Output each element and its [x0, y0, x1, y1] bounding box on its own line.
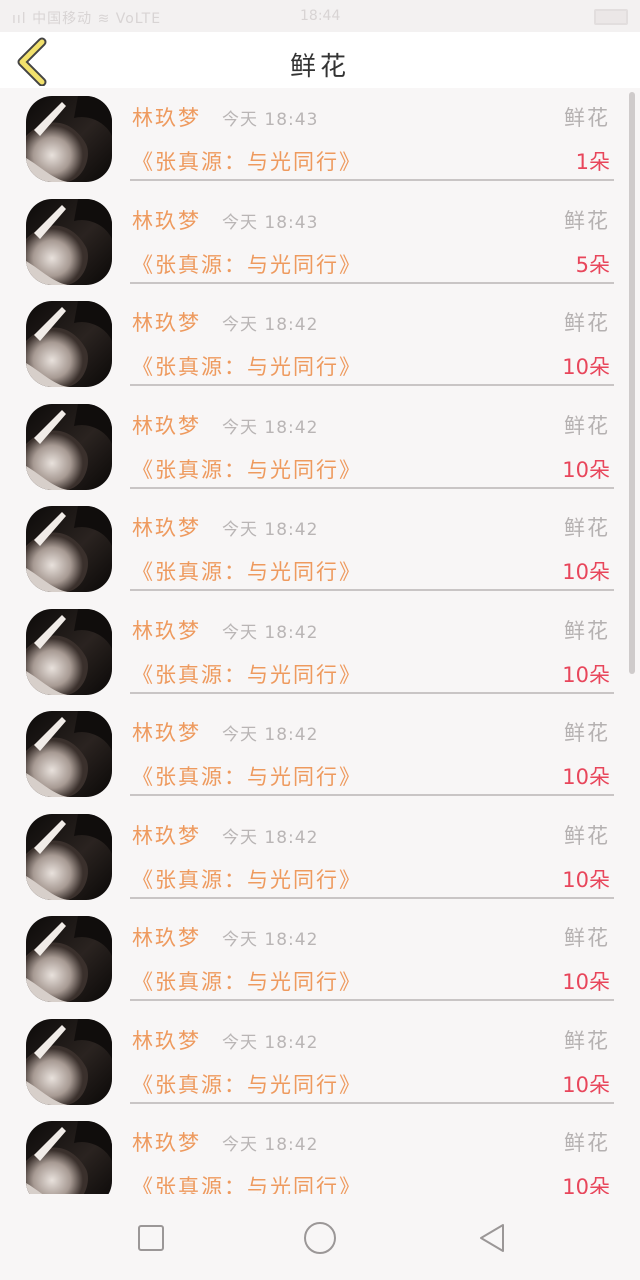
- work-title[interactable]: 《张真源：与光同行》: [132, 761, 362, 791]
- scrollbar[interactable]: [629, 92, 635, 674]
- divider: [130, 384, 614, 386]
- list-item[interactable]: 林玖梦 今天 18:42 鲜花 《张真源：与光同行》 10朵: [0, 908, 640, 1011]
- divider: [130, 179, 614, 181]
- flower-count: 1朵: [575, 150, 610, 174]
- list-item[interactable]: 林玖梦 今天 18:43 鲜花 《张真源：与光同行》 1朵: [0, 88, 640, 191]
- flower-record-list[interactable]: 林玖梦 今天 18:43 鲜花 《张真源：与光同行》 1朵 林玖梦 今天 18:…: [0, 88, 640, 1194]
- gift-type: 鲜花: [564, 926, 610, 950]
- avatar[interactable]: [26, 301, 112, 387]
- send-time: 今天 18:42: [222, 1032, 319, 1053]
- battery-icon: [594, 9, 628, 25]
- sender-name[interactable]: 林玖梦: [132, 307, 201, 337]
- sender-name[interactable]: 林玖梦: [132, 615, 201, 645]
- send-time: 今天 18:42: [222, 622, 319, 643]
- gift-type: 鲜花: [564, 1028, 610, 1053]
- send-time: 今天 18:42: [222, 827, 319, 848]
- divider: [130, 1101, 614, 1104]
- avatar[interactable]: [26, 506, 112, 592]
- divider: [130, 999, 614, 1001]
- work-title[interactable]: 《张真源：与光同行》: [132, 864, 362, 894]
- avatar[interactable]: [26, 711, 112, 797]
- send-time: 今天 18:43: [222, 212, 319, 233]
- send-time: 今天 18:42: [222, 315, 319, 335]
- circle-icon[interactable]: [300, 1218, 340, 1258]
- work-title[interactable]: 《张真源：与光同行》: [132, 454, 362, 484]
- work-title[interactable]: 《张真源：与光同行》: [132, 146, 362, 176]
- divider: [130, 281, 614, 284]
- carrier-signal-text: ııl 中国移动 ≋ VoLTE: [12, 11, 162, 27]
- status-time: 18:44: [300, 8, 341, 24]
- gift-type: 鲜花: [564, 106, 610, 130]
- work-title[interactable]: 《张真源：与光同行》: [132, 966, 362, 996]
- avatar[interactable]: [26, 1018, 112, 1105]
- list-item[interactable]: 林玖梦 今天 18:42 鲜花 《张真源：与光同行》 10朵: [0, 1113, 640, 1194]
- list-item[interactable]: 林玖梦 今天 18:42 鲜花 《张真源：与光同行》 10朵: [0, 396, 640, 499]
- work-title[interactable]: 《张真源：与光同行》: [132, 249, 362, 279]
- list-item[interactable]: 林玖梦 今天 18:42 鲜花 《张真源：与光同行》 10朵: [0, 1011, 640, 1114]
- divider: [130, 794, 614, 796]
- sender-name[interactable]: 林玖梦: [132, 410, 201, 440]
- send-time: 今天 18:42: [222, 930, 319, 950]
- flower-count: 10朵: [562, 1175, 610, 1194]
- list-item[interactable]: 林玖梦 今天 18:42 鲜花 《张真源：与光同行》 10朵: [0, 293, 640, 396]
- status-bar: ııl 中国移动 ≋ VoLTE 18:44: [0, 0, 640, 32]
- send-time: 今天 18:42: [222, 725, 319, 745]
- work-title[interactable]: 《张真源：与光同行》: [132, 659, 362, 689]
- avatar[interactable]: [26, 916, 112, 1002]
- list-item[interactable]: 林玖梦 今天 18:42 鲜花 《张真源：与光同行》 10朵: [0, 703, 640, 806]
- flower-count: 10朵: [562, 970, 610, 994]
- square-icon[interactable]: [131, 1218, 171, 1258]
- gift-type: 鲜花: [564, 311, 610, 335]
- work-title[interactable]: 《张真源：与光同行》: [132, 1069, 362, 1099]
- gift-type: 鲜花: [564, 618, 610, 643]
- gift-type: 鲜花: [564, 413, 610, 438]
- sender-name[interactable]: 林玖梦: [132, 717, 201, 747]
- send-time: 今天 18:42: [222, 417, 319, 438]
- flower-count: 10朵: [562, 560, 610, 584]
- flower-count: 10朵: [562, 765, 610, 789]
- divider: [130, 896, 614, 899]
- sender-name[interactable]: 林玖梦: [132, 205, 201, 235]
- page-title: 鲜花: [289, 52, 350, 82]
- send-time: 今天 18:42: [222, 520, 319, 540]
- gift-type: 鲜花: [564, 1131, 610, 1155]
- sender-name[interactable]: 林玖梦: [132, 820, 201, 850]
- flower-count: 10朵: [562, 867, 610, 892]
- divider: [130, 589, 614, 591]
- gift-type: 鲜花: [564, 721, 610, 745]
- avatar[interactable]: [26, 198, 112, 285]
- sender-name[interactable]: 林玖梦: [132, 1025, 201, 1055]
- gift-type: 鲜花: [564, 823, 610, 848]
- sender-name[interactable]: 林玖梦: [132, 102, 201, 132]
- work-title[interactable]: 《张真源：与光同行》: [132, 556, 362, 586]
- avatar[interactable]: [26, 1121, 112, 1194]
- flower-count: 10朵: [562, 662, 610, 687]
- send-time: 今天 18:43: [222, 110, 319, 130]
- system-nav-bar: [0, 1194, 640, 1280]
- divider: [130, 691, 614, 694]
- sender-name[interactable]: 林玖梦: [132, 512, 201, 542]
- divider: [130, 486, 614, 489]
- list-item[interactable]: 林玖梦 今天 18:42 鲜花 《张真源：与光同行》 10朵: [0, 601, 640, 704]
- triangle-back-icon[interactable]: [472, 1218, 512, 1258]
- sender-name[interactable]: 林玖梦: [132, 1127, 201, 1157]
- gift-type: 鲜花: [564, 208, 610, 233]
- avatar[interactable]: [26, 403, 112, 490]
- work-title[interactable]: 《张真源：与光同行》: [132, 1171, 362, 1194]
- flower-count: 5朵: [575, 252, 610, 277]
- flower-count: 10朵: [562, 355, 610, 379]
- avatar[interactable]: [26, 608, 112, 695]
- gift-type: 鲜花: [564, 516, 610, 540]
- send-time: 今天 18:42: [222, 1135, 319, 1155]
- list-item[interactable]: 林玖梦 今天 18:42 鲜花 《张真源：与光同行》 10朵: [0, 498, 640, 601]
- flower-count: 10朵: [562, 1072, 610, 1097]
- sender-name[interactable]: 林玖梦: [132, 922, 201, 952]
- flower-count: 10朵: [562, 457, 610, 482]
- header-bar: 鲜花: [0, 32, 640, 88]
- avatar[interactable]: [26, 96, 112, 182]
- work-title[interactable]: 《张真源：与光同行》: [132, 351, 362, 381]
- list-item[interactable]: 林玖梦 今天 18:42 鲜花 《张真源：与光同行》 10朵: [0, 806, 640, 909]
- list-item[interactable]: 林玖梦 今天 18:43 鲜花 《张真源：与光同行》 5朵: [0, 191, 640, 294]
- avatar[interactable]: [26, 813, 112, 900]
